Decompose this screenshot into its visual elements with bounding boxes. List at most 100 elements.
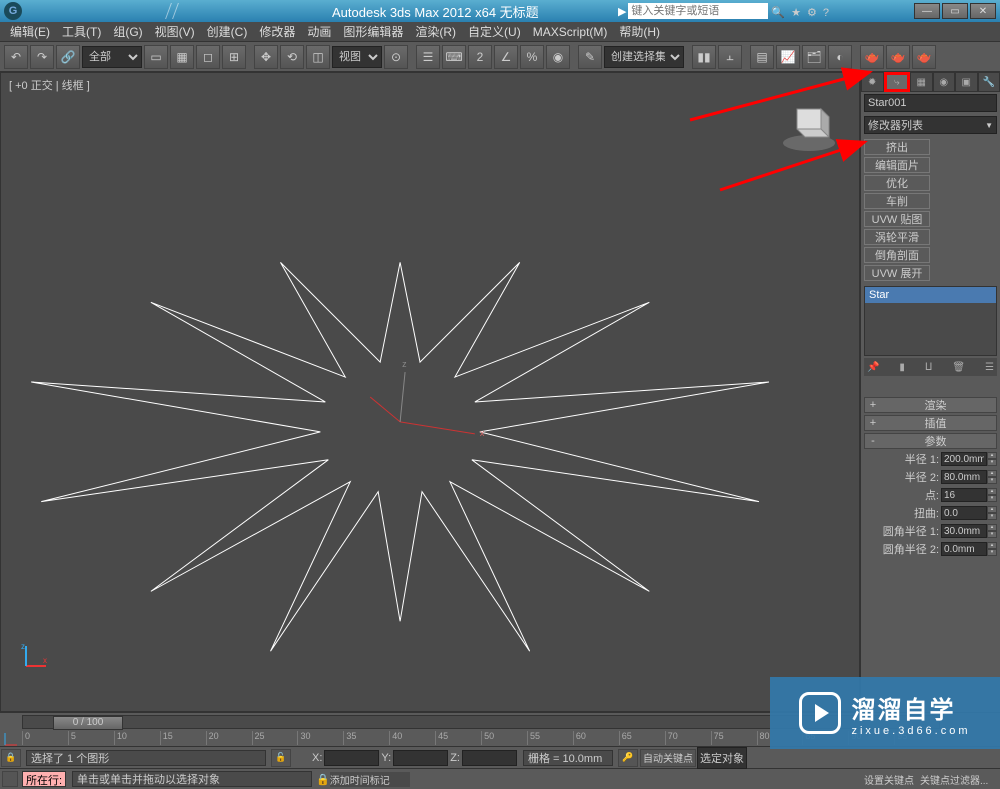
configure-sets-icon[interactable]: ☰ [985, 362, 994, 373]
menu-tools[interactable]: 工具(T) [62, 23, 101, 40]
render-button[interactable]: 🫖 [912, 45, 936, 69]
distort-spinner[interactable] [941, 506, 987, 520]
rect-select-button[interactable]: ◻ [196, 45, 220, 69]
move-button[interactable]: ✥ [254, 45, 278, 69]
y-coord[interactable] [393, 750, 448, 766]
auto-key-button[interactable]: 自动关键点 [640, 749, 696, 767]
display-tab[interactable]: ▣ [955, 72, 978, 92]
keyboard-shortcut-button[interactable]: ⌨ [442, 45, 466, 69]
remove-modifier-icon[interactable]: 🗑 [952, 362, 965, 373]
align-button[interactable]: ⫠ [718, 45, 742, 69]
prompt-bar: 所在行: 单击或单击并拖动以选择对象 🔒 添加时间标记 设置关键点 关键点过滤器… [0, 768, 1000, 789]
rollout-interp[interactable]: +插值 [864, 415, 997, 431]
z-coord[interactable] [462, 750, 517, 766]
menu-maxscript[interactable]: MAXScript(M) [533, 25, 608, 39]
modifier-extrude[interactable]: 挤出 [864, 139, 930, 155]
snap-percent-button[interactable]: % [520, 45, 544, 69]
scale-button[interactable]: ◫ [306, 45, 330, 69]
menu-group[interactable]: 组(G) [113, 23, 142, 40]
grid-info: 栅格 = 10.0mm [523, 750, 613, 766]
goto-line[interactable]: 所在行: [22, 771, 66, 787]
snap-angle-button[interactable]: ∠ [494, 45, 518, 69]
link-button[interactable]: 🔗 [56, 45, 80, 69]
modifier-turbosmooth[interactable]: 涡轮平滑 [864, 229, 930, 245]
make-unique-icon[interactable]: ⵡ [925, 362, 933, 373]
add-time-tag[interactable]: 添加时间标记 [330, 772, 410, 787]
hierarchy-tab[interactable]: ▦ [910, 72, 933, 92]
lock-selection-icon[interactable]: 🔒 [1, 749, 21, 767]
time-slider-thumb[interactable]: 0 / 100 [53, 716, 123, 730]
points-spinner[interactable] [941, 488, 987, 502]
render-setup-button[interactable]: 🫖 [860, 45, 884, 69]
menu-animation[interactable]: 动画 [307, 23, 331, 40]
pivot-button[interactable]: ⊙ [384, 45, 408, 69]
edit-named-sel-button[interactable]: ✎ [578, 45, 602, 69]
star-shape: x z [1, 73, 859, 711]
svg-text:z: z [21, 642, 25, 651]
menu-rendering[interactable]: 渲染(R) [415, 23, 456, 40]
snap-2d-button[interactable]: 2 [468, 45, 492, 69]
layer-button[interactable]: ▤ [750, 45, 774, 69]
spinner-snap-button[interactable]: ◉ [546, 45, 570, 69]
menu-modifiers[interactable]: 修改器 [259, 23, 295, 40]
selection-lock-icon[interactable]: 🔓 [271, 749, 291, 767]
schematic-button[interactable]: 🗂 [802, 45, 826, 69]
modifier-list-dropdown[interactable]: 修改器列表 [864, 116, 997, 134]
manipulate-button[interactable]: ☰ [416, 45, 440, 69]
key-target-dropdown[interactable] [697, 747, 747, 769]
radius2-spinner[interactable] [941, 470, 987, 484]
modifier-uvwmap[interactable]: UVW 贴图 [864, 211, 930, 227]
radius1-spinner[interactable] [941, 452, 987, 466]
select-name-button[interactable]: ▦ [170, 45, 194, 69]
modifier-uvwunwrap[interactable]: UVW 展开 [864, 265, 930, 281]
help-icons[interactable]: 🔍★⚙? [768, 4, 832, 19]
ref-coord-system[interactable]: 视图 [332, 46, 382, 68]
lock-icon[interactable]: 🔒 [316, 773, 330, 786]
menu-views[interactable]: 视图(V) [155, 23, 195, 40]
rollout-params[interactable]: -参数 [864, 433, 997, 449]
fillet1-spinner[interactable] [941, 524, 987, 538]
modifier-stack[interactable]: Star [864, 286, 997, 356]
toggle-key-mode-icon[interactable]: 🔑 [618, 749, 638, 767]
pin-stack-icon[interactable]: 📌 [867, 362, 879, 373]
show-end-result-icon[interactable]: ▮ [899, 362, 905, 373]
stack-item-star[interactable]: Star [865, 287, 996, 303]
selection-filter[interactable]: 全部 [82, 46, 142, 68]
flyout-icon[interactable] [2, 771, 18, 787]
maximize-button[interactable]: ▭ [942, 3, 968, 19]
select-button[interactable]: ▭ [144, 45, 168, 69]
material-editor-button[interactable]: ◐ [828, 45, 852, 69]
menu-edit[interactable]: 编辑(E) [10, 23, 50, 40]
selection-info: 选择了 1 个图形 [26, 750, 266, 766]
redo-button[interactable]: ↷ [30, 45, 54, 69]
rotate-button[interactable]: ⟲ [280, 45, 304, 69]
menu-grapheditors[interactable]: 图形编辑器 [343, 23, 403, 40]
utilities-tab[interactable]: 🔧 [978, 72, 1000, 92]
close-button[interactable]: ✕ [970, 3, 996, 19]
create-tab[interactable]: ✹ [861, 72, 884, 92]
object-name-field[interactable] [864, 94, 997, 112]
rollout-render[interactable]: +渲染 [864, 397, 997, 413]
fillet2-spinner[interactable] [941, 542, 987, 556]
x-coord[interactable] [324, 750, 379, 766]
key-filters-button[interactable]: 关键点过滤器... [920, 772, 1000, 787]
modifier-bevelprofile[interactable]: 倒角剖面 [864, 247, 930, 263]
minimize-button[interactable]: — [914, 3, 940, 19]
menu-create[interactable]: 创建(C) [207, 23, 248, 40]
menu-customize[interactable]: 自定义(U) [468, 23, 521, 40]
viewport[interactable]: [ +0 正交 | 线框 ] x z z x [0, 72, 860, 712]
undo-button[interactable]: ↶ [4, 45, 28, 69]
motion-tab[interactable]: ◉ [933, 72, 956, 92]
curve-editor-button[interactable]: 📈 [776, 45, 800, 69]
set-key-button[interactable]: 设置关键点 [864, 772, 920, 787]
modify-tab[interactable]: ⤷ [884, 72, 911, 92]
named-sel-sets[interactable]: 创建选择集 [604, 46, 684, 68]
window-crossing-button[interactable]: ⊞ [222, 45, 246, 69]
menu-help[interactable]: 帮助(H) [619, 23, 660, 40]
render-frame-button[interactable]: 🫖 [886, 45, 910, 69]
search-input[interactable] [628, 3, 768, 19]
mirror-button[interactable]: ▮▮ [692, 45, 716, 69]
modifier-editpatch[interactable]: 编辑面片 [864, 157, 930, 173]
modifier-lathe[interactable]: 车削 [864, 193, 930, 209]
modifier-optimize[interactable]: 优化 [864, 175, 930, 191]
